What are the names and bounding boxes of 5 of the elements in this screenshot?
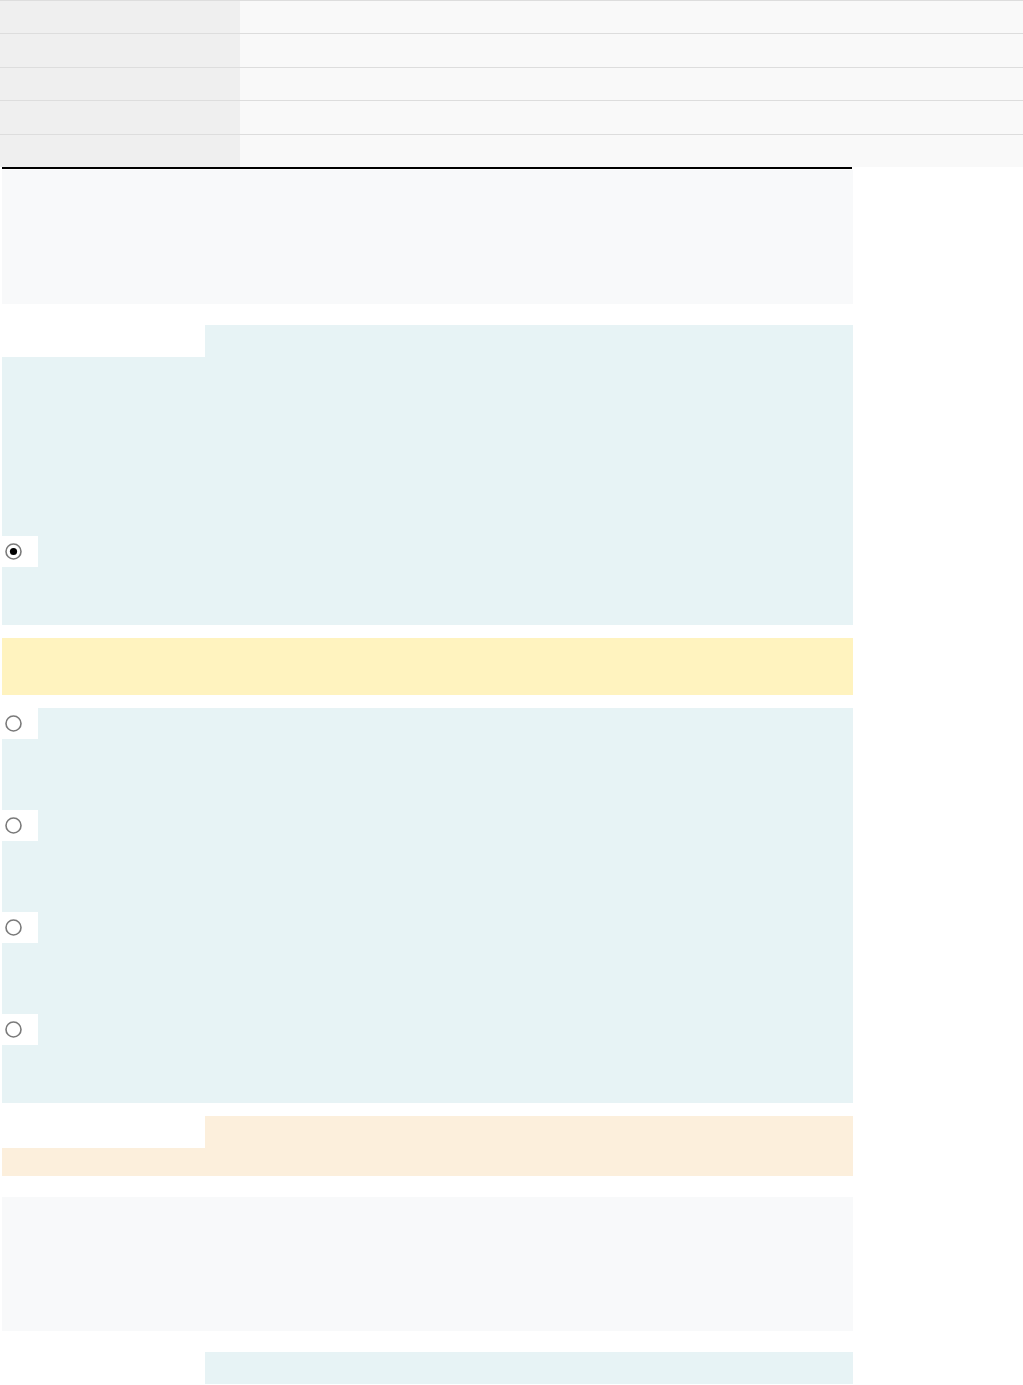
radio-button[interactable] xyxy=(5,542,22,560)
radio-button[interactable] xyxy=(5,816,22,834)
radio-button[interactable] xyxy=(5,918,22,936)
radio-button[interactable] xyxy=(5,714,22,732)
radio-button[interactable] xyxy=(5,1020,22,1038)
